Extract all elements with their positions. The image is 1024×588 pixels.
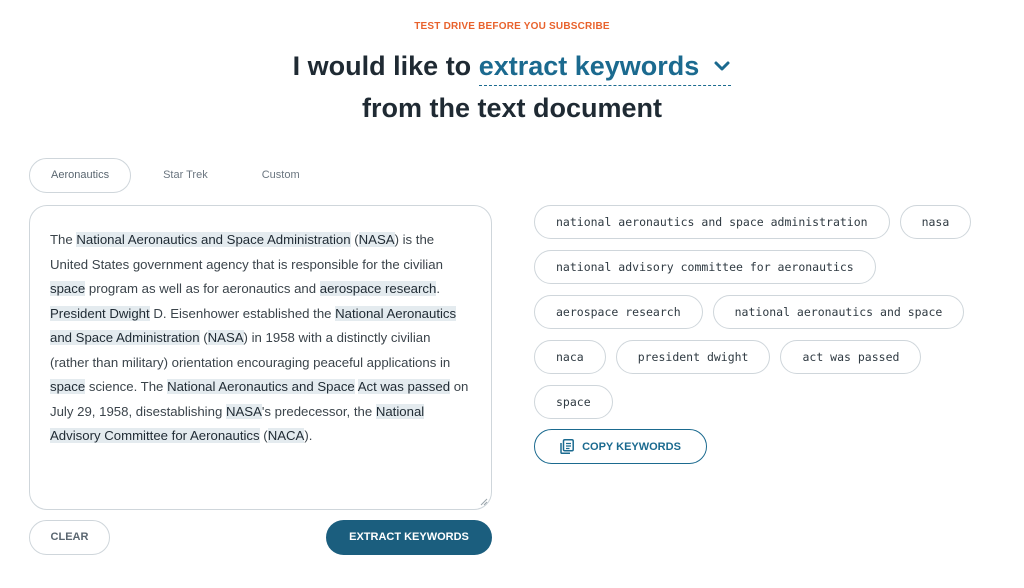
headline: I would like to extract keywords from th… — [0, 46, 1024, 128]
highlighted-keyword: President Dwight — [50, 305, 150, 321]
keyword-chip[interactable]: act was passed — [780, 340, 922, 374]
keyword-row: naca president dwight act was passed — [534, 340, 1004, 374]
highlighted-keyword: Act was passed — [357, 379, 451, 394]
keyword-chip[interactable]: national aeronautics and space administr… — [534, 205, 890, 239]
keyword-row: space — [534, 385, 1004, 419]
highlighted-keyword: NASA — [358, 232, 395, 247]
highlighted-keyword: space — [50, 379, 86, 394]
document-text: D. Eisenhower established the — [149, 305, 336, 321]
highlighted-keyword: aerospace research — [319, 281, 437, 296]
copy-keywords-button[interactable]: COPY KEYWORDS — [534, 429, 707, 464]
highlighted-keyword: National Aeronautics and Space — [167, 379, 355, 394]
document-text: ). — [304, 428, 313, 443]
document-text: ( — [199, 330, 208, 345]
keyword-chip[interactable]: naca — [534, 340, 606, 374]
highlighted-keyword: space — [50, 281, 86, 296]
headline-suffix: from the text document — [361, 93, 663, 123]
document-text: The — [50, 232, 77, 247]
document-text: ( — [259, 428, 268, 443]
keyword-chip[interactable]: nasa — [899, 205, 972, 239]
keyword-chip[interactable]: aerospace research — [534, 295, 703, 329]
sample-tabs: Aeronautics Star Trek Custom — [29, 158, 332, 193]
keyword-row: aerospace research national aeronautics a… — [534, 295, 1004, 329]
keyword-chip[interactable]: space — [534, 385, 613, 419]
action-dropdown[interactable]: extract keywords — [478, 47, 732, 86]
document-text: . — [436, 281, 440, 296]
document-text: ( — [350, 232, 359, 247]
document-text: 's predecessor, the — [261, 403, 376, 419]
keyword-results: national aeronautics and space administr… — [534, 205, 1004, 430]
action-dropdown-value: extract keywords — [478, 51, 700, 81]
highlighted-keyword: NACA — [267, 428, 305, 443]
highlighted-keyword: National Aeronautics and Space Administr… — [76, 232, 351, 247]
resize-handle-icon[interactable] — [480, 498, 488, 506]
tab-custom[interactable]: Custom — [240, 158, 322, 193]
extract-keywords-button[interactable]: EXTRACT KEYWORDS — [326, 520, 492, 555]
document-text: science. The — [85, 379, 168, 394]
text-document-editor[interactable]: The National Aeronautics and Space Admin… — [29, 205, 492, 510]
document-text: program as well as for aeronautics and — [85, 281, 320, 296]
eyebrow-label: TEST DRIVE BEFORE YOU SUBSCRIBE — [414, 21, 610, 32]
tab-aeronautics[interactable]: Aeronautics — [29, 158, 132, 193]
copy-document-icon — [560, 439, 575, 454]
highlighted-keyword: NASA — [225, 403, 262, 419]
headline-prefix: I would like to — [292, 51, 472, 81]
highlighted-keyword: NASA — [207, 330, 244, 345]
tab-star-trek[interactable]: Star Trek — [141, 158, 230, 193]
keyword-chip[interactable]: president dwight — [615, 340, 771, 374]
clear-button[interactable]: CLEAR — [29, 520, 110, 555]
keyword-chip[interactable]: national advisory committee for aeronaut… — [534, 250, 876, 284]
keyword-chip[interactable]: national aeronautics and space — [712, 295, 965, 329]
copy-keywords-label: COPY KEYWORDS — [582, 440, 681, 453]
keyword-row: national aeronautics and space administr… — [534, 205, 1004, 239]
chevron-down-icon — [714, 61, 730, 71]
keyword-row: national advisory committee for aeronaut… — [534, 250, 1004, 284]
